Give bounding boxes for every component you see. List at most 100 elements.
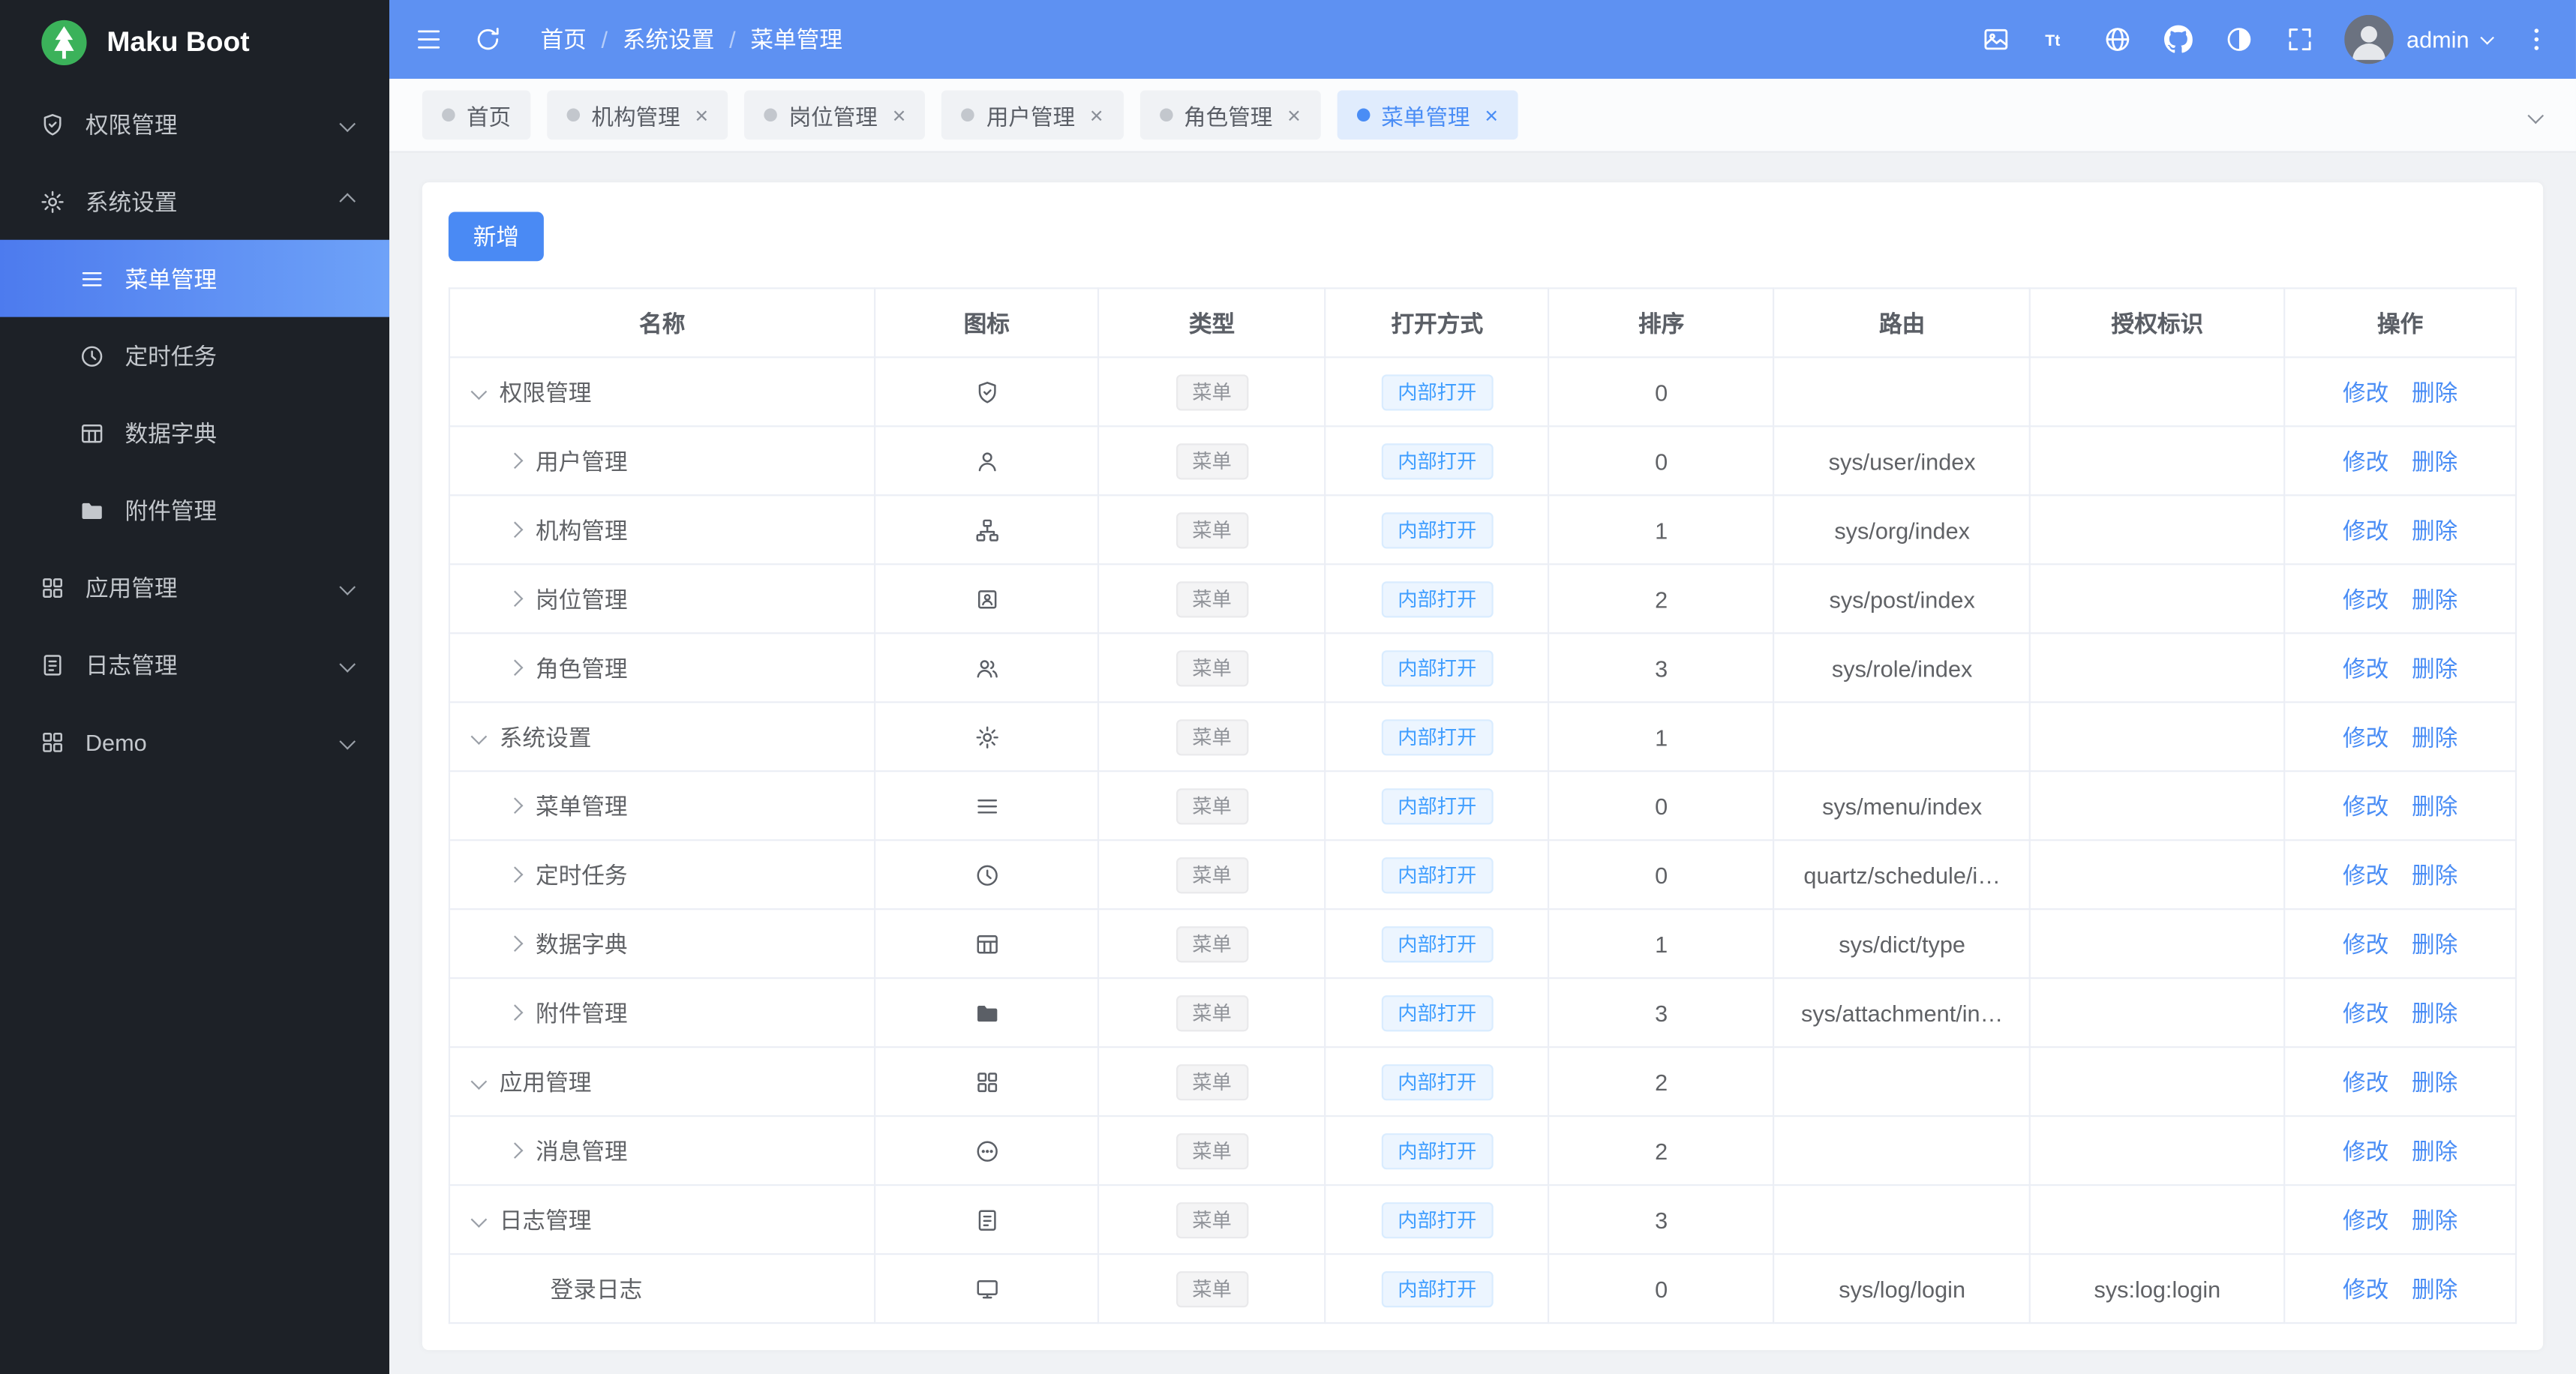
sort-value: 3 — [1548, 1184, 1775, 1256]
svg-text:Tt: Tt — [2045, 32, 2060, 50]
close-icon[interactable]: × — [1485, 104, 1498, 127]
sidebar-item-scheduled-tasks[interactable]: 定时任务 — [0, 317, 389, 394]
language-icon[interactable] — [2101, 23, 2134, 56]
logo[interactable]: Maku Boot — [0, 0, 389, 86]
edit-link[interactable]: 修改 — [2343, 655, 2388, 681]
sidebar-item-permissions[interactable]: 权限管理 — [0, 86, 389, 163]
expander-right-icon[interactable] — [506, 521, 524, 538]
open-mode-tag: 内部打开 — [1381, 1270, 1494, 1307]
close-icon[interactable]: × — [1287, 104, 1301, 127]
sidebar-item-app-management[interactable]: 应用管理 — [0, 548, 389, 626]
main-area: 首页 / 系统设置 / 菜单管理 Tt admin 首页 机构管理 × 岗位管理 × 用户管理 × 角… — [389, 0, 2576, 1374]
sidebar-item-data-dictionary[interactable]: 数据字典 — [0, 394, 389, 472]
more-vertical-icon[interactable] — [2520, 23, 2553, 56]
open-mode-tag: 内部打开 — [1381, 580, 1494, 617]
add-button[interactable]: 新增 — [448, 212, 544, 262]
image-icon[interactable] — [1980, 23, 2013, 56]
edit-link[interactable]: 修改 — [2343, 1138, 2388, 1164]
sort-value: 3 — [1548, 632, 1775, 704]
expander-right-icon[interactable] — [506, 1142, 524, 1159]
log-icon — [40, 651, 66, 677]
fullscreen-icon[interactable] — [2283, 23, 2316, 56]
delete-link[interactable]: 删除 — [2412, 379, 2457, 405]
delete-link[interactable]: 删除 — [2412, 1138, 2457, 1164]
tab-3[interactable]: 用户管理 × — [941, 90, 1124, 140]
delete-link[interactable]: 删除 — [2412, 1207, 2457, 1233]
delete-link[interactable]: 删除 — [2412, 586, 2457, 612]
edit-link[interactable]: 修改 — [2343, 448, 2388, 474]
tabs-dropdown[interactable] — [2514, 94, 2556, 136]
delete-link[interactable]: 删除 — [2412, 724, 2457, 750]
delete-link[interactable]: 删除 — [2412, 655, 2457, 681]
logo-icon — [40, 18, 89, 68]
expander-down-icon[interactable] — [470, 1211, 488, 1228]
delete-link[interactable]: 删除 — [2412, 793, 2457, 819]
expander-right-icon[interactable] — [506, 659, 524, 676]
close-icon[interactable]: × — [893, 104, 906, 127]
delete-link[interactable]: 删除 — [2412, 517, 2457, 543]
theme-icon[interactable] — [2223, 23, 2256, 56]
sort-value: 1 — [1548, 494, 1775, 566]
edit-link[interactable]: 修改 — [2343, 1276, 2388, 1302]
tab-4[interactable]: 角色管理 × — [1139, 90, 1321, 140]
edit-link[interactable]: 修改 — [2343, 793, 2388, 819]
delete-link[interactable]: 删除 — [2412, 1276, 2457, 1302]
font-size-icon[interactable]: Tt — [2040, 23, 2073, 56]
content: 新增 名称 图标 类型 打开方式 排序 路由 授权标识 操作 权限管理 菜单 内部打开 0 修改 删除用… — [389, 152, 2576, 1374]
collapse-icon[interactable] — [413, 23, 446, 56]
auth-value — [2029, 1184, 2286, 1256]
expander-right-icon[interactable] — [506, 866, 524, 884]
edit-link[interactable]: 修改 — [2343, 1069, 2388, 1095]
delete-link[interactable]: 删除 — [2412, 448, 2457, 474]
sidebar-item-menu-management[interactable]: 菜单管理 — [0, 239, 390, 317]
breadcrumb-item[interactable]: 菜单管理 — [750, 23, 842, 56]
edit-link[interactable]: 修改 — [2343, 724, 2388, 750]
delete-link[interactable]: 删除 — [2412, 862, 2457, 888]
tab-1[interactable]: 机构管理 × — [547, 90, 728, 140]
github-icon[interactable] — [2162, 23, 2195, 56]
delete-link[interactable]: 删除 — [2412, 931, 2457, 957]
edit-link[interactable]: 修改 — [2343, 517, 2388, 543]
tab-label: 菜单管理 — [1381, 105, 1470, 130]
delete-link[interactable]: 删除 — [2412, 1000, 2457, 1026]
tab-dot — [566, 108, 581, 122]
tab-0[interactable]: 首页 — [422, 90, 531, 140]
expander-right-icon[interactable] — [506, 1004, 524, 1021]
table-row: 定时任务 菜单 内部打开 0 quartz/schedule/i… 修改 删除 — [448, 839, 2517, 910]
sidebar-item-demo[interactable]: Demo — [0, 703, 389, 780]
gear-icon — [974, 724, 1000, 751]
expander-right-icon[interactable] — [506, 935, 524, 952]
close-icon[interactable]: × — [695, 104, 708, 127]
menu-name: 消息管理 — [535, 1137, 628, 1164]
edit-link[interactable]: 修改 — [2343, 931, 2388, 957]
edit-link[interactable]: 修改 — [2343, 1207, 2388, 1233]
type-tag: 菜单 — [1175, 374, 1248, 410]
breadcrumb-item[interactable]: 首页 — [541, 23, 587, 56]
sidebar-item-attachment-management[interactable]: 附件管理 — [0, 472, 389, 549]
expander-down-icon[interactable] — [470, 383, 488, 400]
tab-5[interactable]: 菜单管理 × — [1337, 90, 1518, 140]
edit-link[interactable]: 修改 — [2343, 1000, 2388, 1026]
delete-link[interactable]: 删除 — [2412, 1069, 2457, 1095]
tab-2[interactable]: 岗位管理 × — [744, 90, 926, 140]
edit-link[interactable]: 修改 — [2343, 586, 2388, 612]
close-icon[interactable]: × — [1090, 104, 1103, 127]
route-value: sys/org/index — [1773, 494, 2031, 566]
user-menu[interactable]: admin — [2343, 14, 2494, 64]
sidebar-item-log-management[interactable]: 日志管理 — [0, 626, 389, 703]
refresh-icon[interactable] — [472, 23, 505, 56]
sidebar-item-system-settings[interactable]: 系统设置 — [0, 163, 389, 240]
breadcrumb-item[interactable]: 系统设置 — [623, 23, 715, 56]
expander-right-icon[interactable] — [506, 452, 524, 470]
expander-down-icon[interactable] — [470, 1073, 488, 1090]
edit-link[interactable]: 修改 — [2343, 862, 2388, 888]
chevron-down-icon — [339, 733, 356, 750]
table-row: 菜单管理 菜单 内部打开 0 sys/menu/index 修改 删除 — [448, 770, 2517, 842]
menu-icon — [79, 266, 105, 292]
auth-value — [2029, 563, 2286, 634]
expander-right-icon[interactable] — [506, 797, 524, 814]
table-row: 日志管理 菜单 内部打开 3 修改 删除 — [448, 1184, 2517, 1256]
expander-right-icon[interactable] — [506, 590, 524, 608]
edit-link[interactable]: 修改 — [2343, 379, 2388, 405]
expander-down-icon[interactable] — [470, 728, 488, 746]
